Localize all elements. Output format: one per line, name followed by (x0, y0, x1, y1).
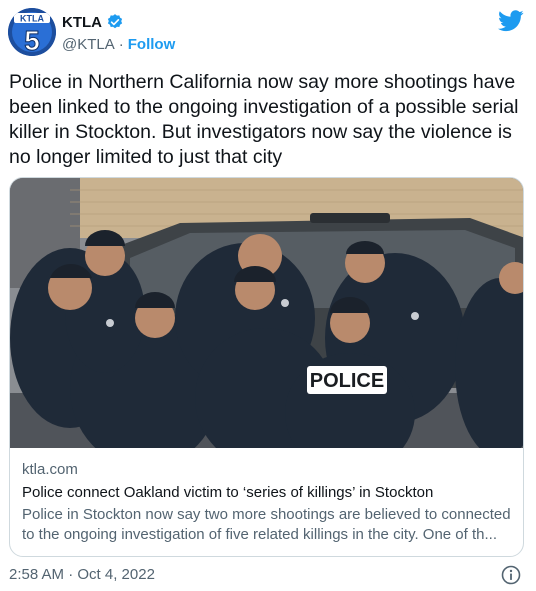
account-names: KTLA @KTLA · Follow (62, 12, 175, 53)
ktla-avatar[interactable]: KTLA 5 (8, 8, 56, 56)
display-name[interactable]: KTLA (62, 14, 102, 31)
follow-button[interactable]: Follow (128, 36, 176, 53)
card-domain: ktla.com (22, 461, 78, 478)
tweet-header: KTLA 5 KTLA @KTLA · Follow (0, 0, 536, 62)
tweet-timestamp[interactable]: 2:58 AM · Oct 4, 2022 (9, 566, 155, 583)
avatar-logo-text: KTLA (20, 14, 44, 24)
police-vest-text: POLICE (310, 370, 384, 392)
card-title[interactable]: Police connect Oakland victim to ‘series… (22, 484, 433, 501)
card-image-police-officers[interactable]: POLICE (10, 178, 523, 448)
tweet-text: Police in Northern California now say mo… (9, 71, 519, 168)
link-card[interactable]: POLICE ktla.com Police connect Oakland v… (9, 177, 524, 557)
avatar-number: 5 (24, 25, 40, 56)
card-description: Police in Stockton now say two more shoo… (22, 506, 511, 543)
twitter-bird-icon[interactable] (498, 10, 524, 32)
info-icon[interactable] (501, 565, 521, 585)
separator-dot: · (118, 35, 124, 53)
handle[interactable]: @KTLA (62, 36, 115, 53)
verified-badge-icon (106, 13, 124, 31)
